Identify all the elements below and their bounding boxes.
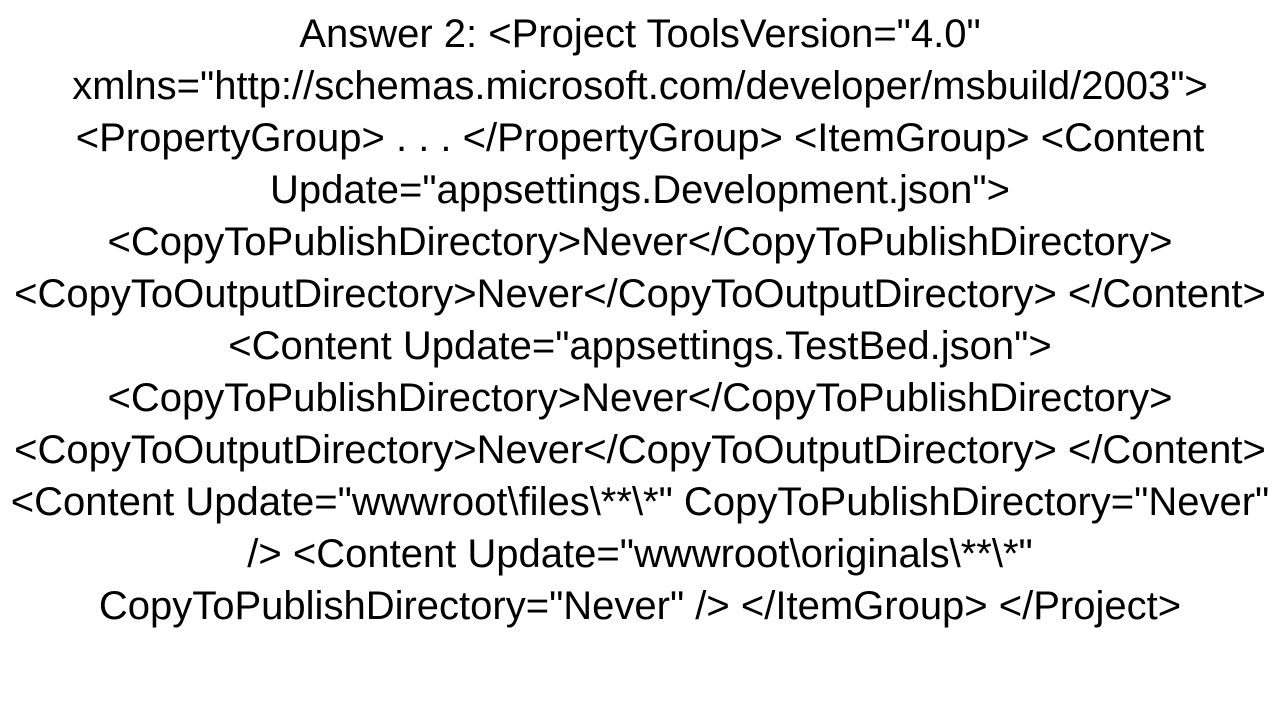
document-text: Answer 2: <Project ToolsVersion="4.0" xm…	[4, 8, 1276, 632]
